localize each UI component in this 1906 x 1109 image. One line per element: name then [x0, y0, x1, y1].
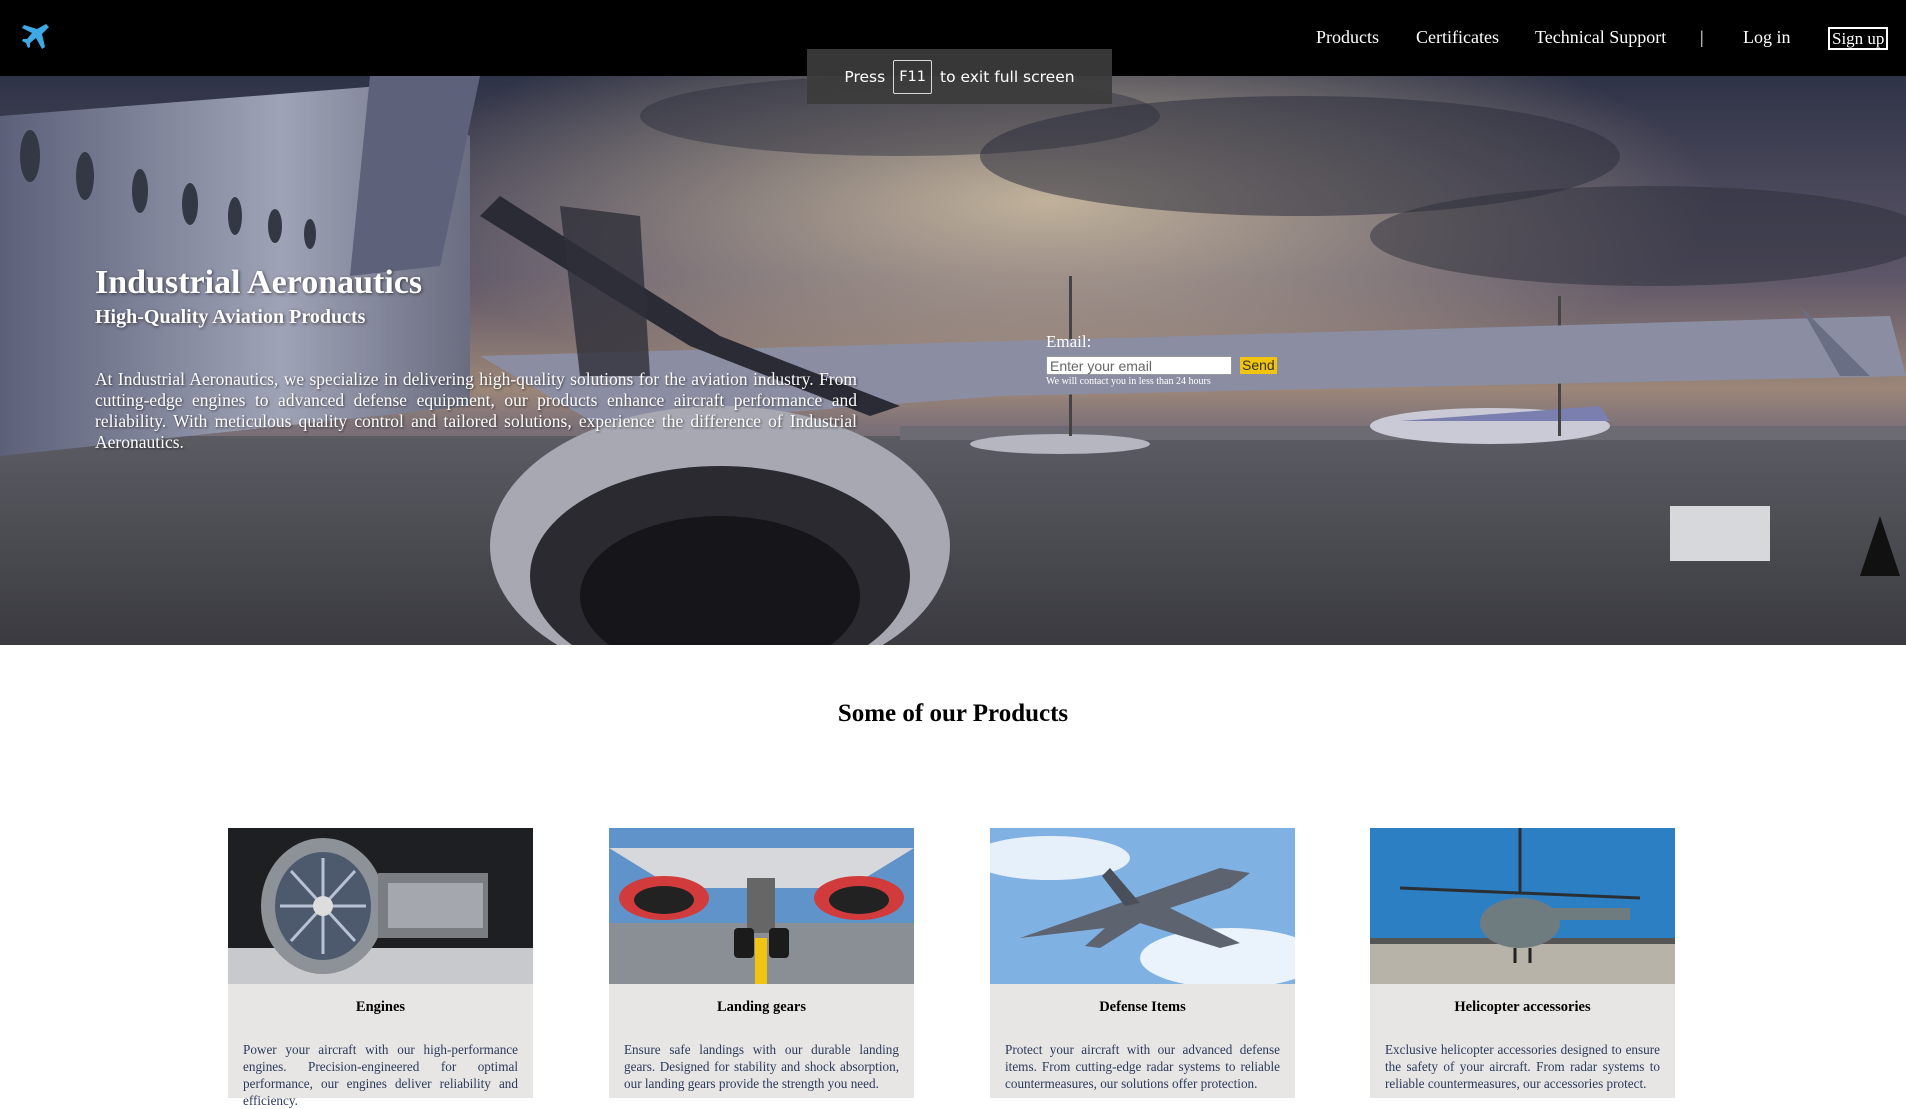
product-card-landing-gears[interactable]: Landing gears Ensure safe landings with …: [609, 828, 914, 1098]
fighter-jet-image: [990, 828, 1295, 984]
signup-button[interactable]: Sign up: [1828, 27, 1889, 50]
nav-products[interactable]: Products: [1316, 27, 1379, 48]
product-description: Power your aircraft with our high-perfor…: [243, 1042, 518, 1108]
product-title: Engines: [355, 999, 406, 1015]
product-card-helicopter-accessories[interactable]: Helicopter accessories Exclusive helicop…: [1370, 828, 1675, 1098]
product-title: Helicopter accessories: [1454, 999, 1591, 1015]
product-description: Ensure safe landings with our durable la…: [624, 1042, 899, 1091]
toast-message: to exit full screen: [940, 67, 1075, 86]
hero-banner: Industrial Aeronautics High-Quality Avia…: [0, 76, 1906, 645]
hero-subtitle: High-Quality Aviation Products: [95, 306, 366, 328]
product-title: Landing gears: [716, 999, 807, 1015]
product-description: Exclusive helicopter accessories designe…: [1385, 1042, 1660, 1091]
nav-certificates[interactable]: Certificates: [1416, 27, 1499, 48]
hero-description: At Industrial Aeronautics, we specialize…: [95, 369, 857, 452]
f11-keycap: F11: [893, 59, 932, 94]
hero-background-image: [0, 76, 1906, 645]
products-section-title: Some of our Products: [837, 700, 1069, 727]
send-button[interactable]: Send: [1240, 357, 1277, 374]
product-title: Defense Items: [1099, 999, 1186, 1015]
fullscreen-exit-notice: Press F11 to exit full screen: [807, 49, 1112, 104]
landing-gear-image: [609, 828, 914, 984]
nav-separator: |: [1700, 27, 1704, 47]
airplane-icon[interactable]: [20, 20, 52, 52]
nav-technical-support[interactable]: Technical Support: [1535, 27, 1666, 48]
product-card-defense-items[interactable]: Defense Items Protect your aircraft with…: [990, 828, 1295, 1098]
email-input[interactable]: [1046, 356, 1232, 375]
email-label: Email:: [1046, 332, 1092, 351]
toast-press-text: Press: [844, 67, 886, 86]
product-card-engines[interactable]: Engines Power your aircraft with our hig…: [228, 828, 533, 1108]
helicopter-image: [1370, 828, 1675, 984]
engine-image: [228, 828, 533, 984]
nav-login[interactable]: Log in: [1743, 27, 1791, 48]
product-description: Protect your aircraft with our advanced …: [1005, 1042, 1280, 1091]
email-note: We will contact you in less than 24 hour…: [1046, 376, 1211, 387]
hero-title: Industrial Aeronautics: [95, 264, 423, 301]
